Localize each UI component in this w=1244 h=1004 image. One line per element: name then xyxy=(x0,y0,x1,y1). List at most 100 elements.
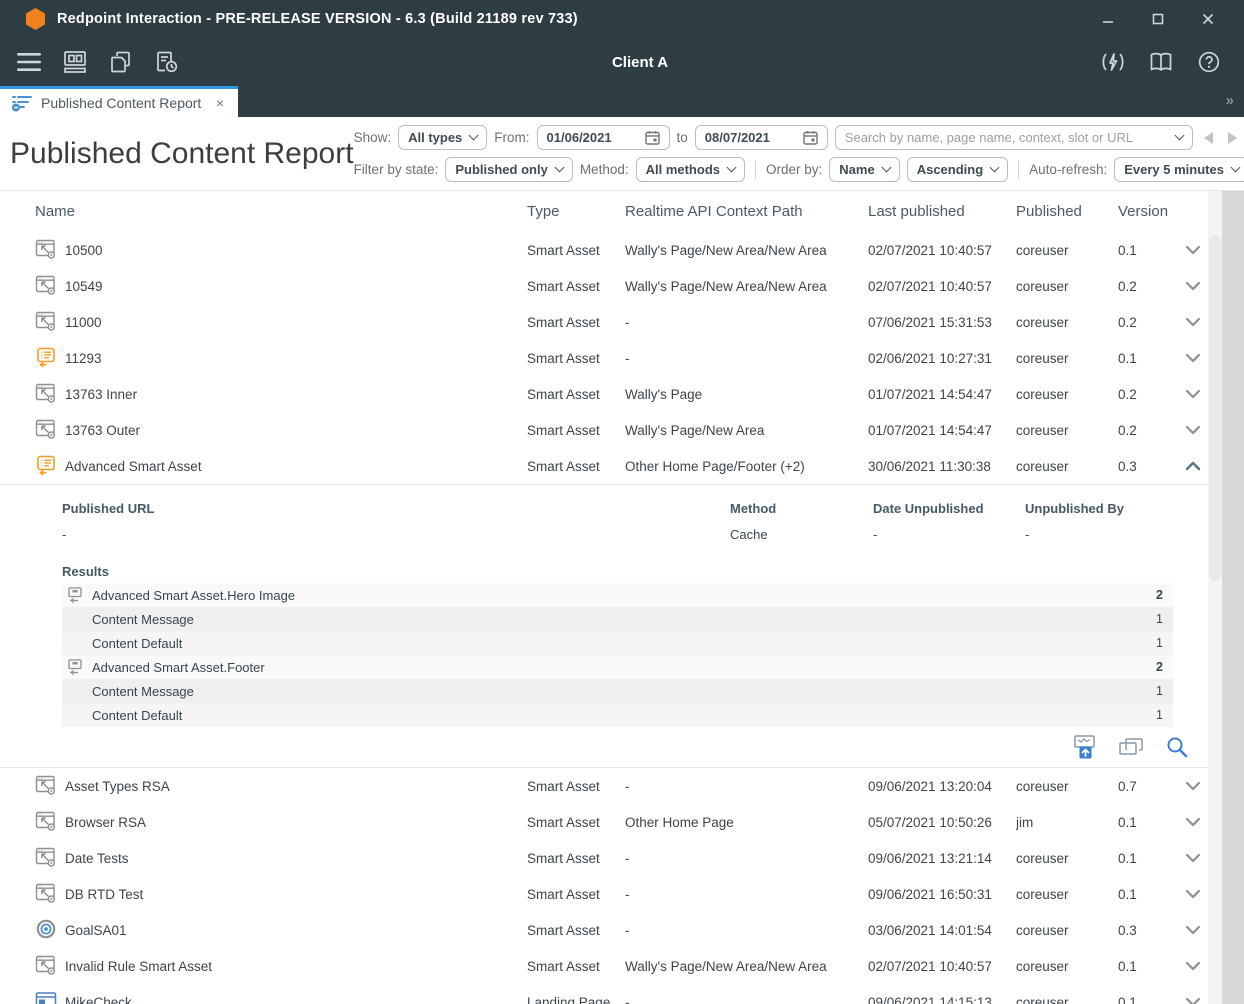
table-row[interactable]: DB RTD TestSmart Asset-09/06/2021 16:50:… xyxy=(0,876,1244,912)
search-preview-icon[interactable] xyxy=(1164,734,1190,760)
table-row[interactable]: Date TestsSmart Asset-09/06/2021 13:21:1… xyxy=(0,840,1244,876)
duplicate-icon[interactable] xyxy=(1118,734,1144,760)
smart-asset-icon xyxy=(35,810,57,832)
history-forward-icon[interactable] xyxy=(1228,132,1237,144)
row-last-published: 01/07/2021 14:54:47 xyxy=(868,387,1016,402)
realtime-flash-icon[interactable] xyxy=(1098,47,1128,77)
column-header-name[interactable]: Name xyxy=(35,203,527,220)
row-expand-button[interactable] xyxy=(1185,245,1201,255)
documentation-book-icon[interactable] xyxy=(1146,47,1176,77)
search-input[interactable] xyxy=(845,130,1168,145)
scrollbar-thumb[interactable] xyxy=(1209,235,1221,581)
state-dropdown[interactable]: Published only xyxy=(445,157,572,182)
row-expand-button[interactable] xyxy=(1185,817,1201,827)
row-published-by: coreuser xyxy=(1016,851,1118,866)
from-date-input[interactable]: 01/06/2021 xyxy=(537,125,670,150)
column-header-last-published[interactable]: Last published xyxy=(868,203,1016,220)
result-row: Advanced Smart Asset.Footer2 xyxy=(62,655,1173,679)
row-context-path: - xyxy=(625,851,868,866)
table-row[interactable]: Asset Types RSASmart Asset-09/06/2021 13… xyxy=(0,768,1244,804)
row-version: 0.3 xyxy=(1118,923,1178,938)
row-type: Smart Asset xyxy=(527,243,625,258)
tab-strip: Published Content Report × » xyxy=(0,86,1244,117)
row-type: Smart Asset xyxy=(527,923,625,938)
row-expand-button[interactable] xyxy=(1185,997,1201,1004)
row-expand-button[interactable] xyxy=(1185,425,1201,435)
row-version: 0.1 xyxy=(1118,351,1178,366)
table-row[interactable]: GoalSA01Smart Asset-03/06/2021 14:01:54c… xyxy=(0,912,1244,948)
history-back-icon[interactable] xyxy=(1204,132,1213,144)
column-header-type[interactable]: Type xyxy=(527,203,625,220)
maximize-button[interactable] xyxy=(1140,6,1176,32)
table-row[interactable]: 11000Smart Asset-07/06/2021 15:31:53core… xyxy=(0,304,1244,340)
to-date-input[interactable]: 08/07/2021 xyxy=(695,125,828,150)
vertical-scrollbar[interactable] xyxy=(1208,191,1222,1004)
method-header-label: Method xyxy=(730,495,873,521)
table-row[interactable]: 10500Smart AssetWally's Page/New Area/Ne… xyxy=(0,232,1244,268)
search-combobox[interactable] xyxy=(835,125,1193,150)
expand-chevron-icon xyxy=(1185,389,1201,399)
tab-published-content-report[interactable]: Published Content Report × xyxy=(0,86,238,117)
main-menu-icon[interactable] xyxy=(14,47,44,77)
table-row[interactable]: 10549Smart AssetWally's Page/New Area/Ne… xyxy=(0,268,1244,304)
row-expand-button[interactable] xyxy=(1185,961,1201,971)
table-row[interactable]: MikeCheckLanding Page-09/06/2021 14:15:1… xyxy=(0,984,1244,1004)
order-by-dropdown[interactable]: Name xyxy=(829,157,899,182)
row-last-published: 01/07/2021 14:54:47 xyxy=(868,423,1016,438)
result-row: Content Message1 xyxy=(62,607,1173,631)
expand-chevron-icon xyxy=(1185,353,1201,363)
show-dropdown[interactable]: All types xyxy=(398,125,487,150)
auto-refresh-label: Auto-refresh: xyxy=(1029,162,1107,177)
row-expand-button[interactable] xyxy=(1185,889,1201,899)
result-count: 1 xyxy=(1156,612,1163,626)
tab-overflow-icon[interactable]: » xyxy=(1226,92,1232,109)
result-label: Advanced Smart Asset.Footer xyxy=(92,660,1156,675)
method-label: Method: xyxy=(580,162,629,177)
table-row[interactable]: Browser RSASmart AssetOther Home Page05/… xyxy=(0,804,1244,840)
order-direction-dropdown[interactable]: Ascending xyxy=(907,157,1008,182)
row-expand-button[interactable] xyxy=(1185,781,1201,791)
chevron-down-icon xyxy=(990,163,1000,173)
row-collapse-button[interactable] xyxy=(1185,461,1201,471)
method-dropdown[interactable]: All methods xyxy=(636,157,745,182)
row-type: Smart Asset xyxy=(527,387,625,402)
auto-refresh-dropdown[interactable]: Every 5 minutes xyxy=(1114,157,1244,182)
result-count: 1 xyxy=(1156,684,1163,698)
row-version: 0.2 xyxy=(1118,279,1178,294)
row-expand-button[interactable] xyxy=(1185,389,1201,399)
table-row[interactable]: 11293Smart Asset-02/06/2021 10:27:31core… xyxy=(0,340,1244,376)
row-expand-button[interactable] xyxy=(1185,925,1201,935)
row-expand-button[interactable] xyxy=(1185,317,1201,327)
row-expand-button[interactable] xyxy=(1185,353,1201,363)
table-row[interactable]: Advanced Smart AssetSmart AssetOther Hom… xyxy=(0,448,1244,484)
column-header-published[interactable]: Published xyxy=(1016,203,1118,220)
expand-chevron-icon xyxy=(1185,961,1201,971)
table-row[interactable]: Invalid Rule Smart AssetSmart AssetWally… xyxy=(0,948,1244,984)
row-last-published: 05/07/2021 10:50:26 xyxy=(868,815,1016,830)
window-title: Redpoint Interaction - PRE-RELEASE VERSI… xyxy=(57,11,1090,27)
expand-chevron-icon xyxy=(1185,997,1201,1004)
window-titlebar: Redpoint Interaction - PRE-RELEASE VERSI… xyxy=(0,0,1244,38)
row-published-by: coreuser xyxy=(1016,423,1118,438)
pages-copy-icon[interactable] xyxy=(106,47,136,77)
publish-upload-icon[interactable] xyxy=(1072,734,1098,760)
row-expand-button[interactable] xyxy=(1185,281,1201,291)
tab-close-icon[interactable]: × xyxy=(212,95,228,111)
help-icon[interactable] xyxy=(1194,47,1224,77)
row-name: 11000 xyxy=(65,315,527,330)
report-history-icon[interactable] xyxy=(152,47,182,77)
column-header-path[interactable]: Realtime API Context Path xyxy=(625,203,868,220)
filter-state-label: Filter by state: xyxy=(354,162,439,177)
smart-asset-icon xyxy=(35,238,57,260)
table-row[interactable]: 13763 InnerSmart AssetWally's Page01/07/… xyxy=(0,376,1244,412)
expand-chevron-icon xyxy=(1185,281,1201,291)
minimize-button[interactable] xyxy=(1090,6,1126,32)
dashboard-layout-icon[interactable] xyxy=(60,47,90,77)
table-row[interactable]: 13763 OuterSmart AssetWally's Page/New A… xyxy=(0,412,1244,448)
row-last-published: 09/06/2021 14:15:13 xyxy=(868,995,1016,1004)
row-expand-button[interactable] xyxy=(1185,853,1201,863)
column-header-version[interactable]: Version xyxy=(1118,203,1178,220)
close-button[interactable] xyxy=(1190,6,1226,32)
method-value: Cache xyxy=(730,521,873,547)
table-rows-top: 10500Smart AssetWally's Page/New Area/Ne… xyxy=(0,232,1244,484)
